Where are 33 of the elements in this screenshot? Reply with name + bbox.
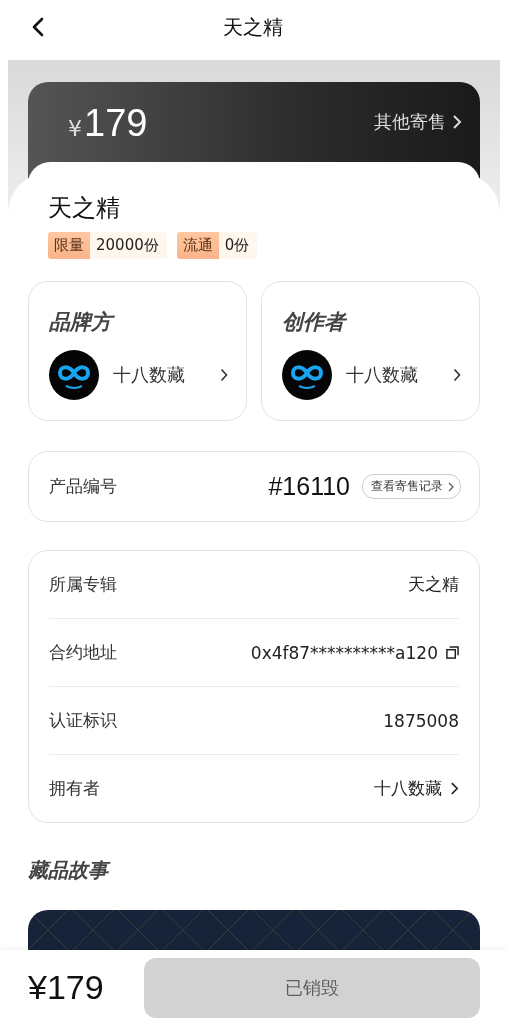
party-card[interactable]: 品牌方 十八数藏 — [28, 281, 247, 421]
chevron-icon — [220, 368, 228, 382]
other-listings-link[interactable]: 其他寄售 — [374, 110, 462, 134]
detail-value: 天之精 — [408, 573, 459, 596]
back-icon[interactable] — [32, 17, 44, 37]
detail-label: 合约地址 — [49, 641, 117, 664]
detail-value: 十八数藏 — [374, 777, 442, 800]
price-value: 179 — [84, 102, 148, 145]
product-number: #16110 — [268, 472, 350, 501]
product-number-label: 产品编号 — [49, 475, 117, 498]
footer-price: ¥179 — [28, 968, 104, 1007]
chevron-icon — [452, 114, 462, 130]
infinity-logo-icon — [282, 350, 332, 400]
chevron-icon[interactable] — [450, 781, 459, 796]
currency-symbol: ¥ — [68, 116, 82, 141]
detail-value: 1875008 — [383, 710, 459, 731]
chevron-icon — [448, 481, 454, 492]
party-name: 十八数藏 — [346, 363, 419, 387]
item-name: 天之精 — [48, 193, 121, 224]
section-heading: 藏品故事 — [28, 857, 480, 884]
page-title: 天之精 — [223, 14, 283, 41]
consignment-record-button[interactable]: 查看寄售记录 — [362, 474, 461, 499]
party-heading: 创作者 — [282, 309, 348, 336]
party-heading: 品牌方 — [49, 308, 228, 336]
detail-label: 拥有者 — [49, 777, 100, 800]
copy-icon[interactable] — [446, 646, 459, 659]
chevron-icon — [453, 368, 461, 382]
party-name: 十八数藏 — [113, 363, 186, 387]
party-card[interactable]: 创作者 十八数藏 — [261, 281, 480, 421]
detail-label: 所属专辑 — [49, 573, 117, 596]
detail-value: 0x4f87**********a120 — [250, 642, 438, 663]
detail-label: 认证标识 — [49, 709, 117, 732]
infinity-logo-icon — [49, 350, 99, 400]
